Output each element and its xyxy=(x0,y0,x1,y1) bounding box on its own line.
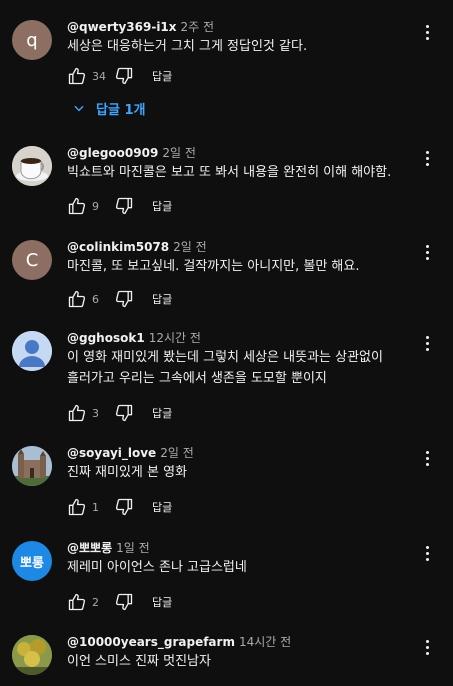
like-count: 6 xyxy=(92,292,99,306)
comment-line: 빅쇼트와 마진콜은 보고 또 봐서 내용을 완전히 이해 해야함. xyxy=(67,165,392,180)
like-button[interactable] xyxy=(63,62,91,90)
comment-text: 빅쇼트와 마진콜은 보고 또 봐서 내용을 완전히 이해 해야함. xyxy=(67,162,407,183)
thumbs-down-icon xyxy=(115,593,133,611)
comment-line: 흘러가고 우리는 그속에서 생존을 도모할 뿐이지 xyxy=(67,371,327,386)
comment-time[interactable]: 12시간 전 xyxy=(149,331,201,345)
avatar[interactable] xyxy=(12,146,52,186)
comment-header: @glegoo0909 2일 전 xyxy=(67,144,196,161)
comment-time[interactable]: 1일 전 xyxy=(116,541,150,555)
comment-text: 마진콜, 또 보고싶네. 걸작까지는 아니지만, 볼만 해요. xyxy=(67,256,407,277)
avatar[interactable]: 뽀롱 xyxy=(12,541,52,581)
more-actions-button[interactable] xyxy=(417,146,437,170)
comment-actions: 34 답글 xyxy=(63,62,172,90)
avatar[interactable] xyxy=(12,446,52,486)
dislike-button[interactable] xyxy=(110,493,138,521)
comment-text: 세상은 대응하는거 그치 그게 정답인것 같다. xyxy=(67,36,407,57)
like-count: 9 xyxy=(92,199,99,213)
comment-actions: 3 답글 xyxy=(63,399,172,427)
view-replies-button[interactable]: 답글 1개 xyxy=(72,98,145,118)
castle-photo-icon xyxy=(12,446,52,486)
thumbs-down-icon xyxy=(115,290,133,308)
comment-text: 이 영화 재미있게 봤는데 그렇치 세상은 내뜻과는 상관없이 흘러가고 우리는… xyxy=(67,347,407,389)
thumbs-up-icon xyxy=(68,290,86,308)
comment-author[interactable]: @10000years_grapefarm xyxy=(67,635,235,649)
thumbs-down-icon xyxy=(115,498,133,516)
thumbs-up-icon xyxy=(68,197,86,215)
like-button[interactable] xyxy=(63,399,91,427)
comment-header: @qwerty369-i1x 2주 전 xyxy=(67,18,214,35)
like-count: 3 xyxy=(92,406,99,420)
more-actions-button[interactable] xyxy=(417,331,437,355)
comment-line: 마진콜, 또 보고싶네. 걸작까지는 아니지만, 볼만 해요. xyxy=(67,259,360,274)
dislike-button[interactable] xyxy=(110,588,138,616)
comment-author[interactable]: @colinkim5078 xyxy=(67,240,169,254)
thumbs-down-icon xyxy=(115,197,133,215)
thumbs-up-icon xyxy=(68,498,86,516)
like-button[interactable] xyxy=(63,588,91,616)
reply-button[interactable]: 답글 xyxy=(152,198,172,214)
comment-header: @10000years_grapefarm 14시간 전 xyxy=(67,633,291,650)
thumbs-up-icon xyxy=(68,593,86,611)
comment-author[interactable]: @soyayi_love xyxy=(67,446,156,460)
comment-header: @colinkim5078 2일 전 xyxy=(67,238,207,255)
comment-header: @soyayi_love 2일 전 xyxy=(67,444,194,461)
thumbs-down-icon xyxy=(115,67,133,85)
comment-author[interactable]: @뽀뽀롱 xyxy=(67,541,112,555)
default-user-icon xyxy=(12,331,52,371)
comment-time[interactable]: 2일 전 xyxy=(162,146,196,160)
more-actions-button[interactable] xyxy=(417,240,437,264)
dislike-button[interactable] xyxy=(110,399,138,427)
thumbs-up-icon xyxy=(68,67,86,85)
comment-author[interactable]: @qwerty369-i1x xyxy=(67,20,177,34)
comment-text: 이언 스미스 진짜 멋진남자 xyxy=(67,651,407,672)
avatar[interactable]: q xyxy=(12,20,52,60)
comment-header: @gghosok1 12시간 전 xyxy=(67,329,201,346)
like-count: 1 xyxy=(92,500,99,514)
dislike-button[interactable] xyxy=(110,192,138,220)
avatar[interactable]: C xyxy=(12,240,52,280)
comment-text: 제레미 아이언스 존나 고급스럽네 xyxy=(67,557,407,578)
reply-button[interactable]: 답글 xyxy=(152,594,172,610)
avatar[interactable] xyxy=(12,635,52,675)
comment-actions: 6 답글 xyxy=(63,285,172,313)
comment-author[interactable]: @glegoo0909 xyxy=(67,146,158,160)
comment-time[interactable]: 2일 전 xyxy=(173,240,207,254)
comment-line: 제레미 아이언스 존나 고급스럽네 xyxy=(67,560,247,575)
comment-line: 진짜 재미있게 본 영화 xyxy=(67,465,188,480)
like-count: 2 xyxy=(92,595,99,609)
reply-button[interactable]: 답글 xyxy=(152,68,172,84)
thumbs-up-icon xyxy=(68,404,86,422)
comment-header: @뽀뽀롱 1일 전 xyxy=(67,539,150,556)
reply-button[interactable]: 답글 xyxy=(152,499,172,515)
replies-count-label: 답글 1개 xyxy=(96,102,146,118)
comment-line: 이 영화 재미있게 봤는데 그렇치 세상은 내뜻과는 상관없이 xyxy=(67,350,383,365)
comment-time[interactable]: 14시간 전 xyxy=(239,635,291,649)
comment-time[interactable]: 2일 전 xyxy=(160,446,194,460)
comment-time[interactable]: 2주 전 xyxy=(181,20,215,34)
like-button[interactable] xyxy=(63,493,91,521)
reply-button[interactable]: 답글 xyxy=(152,291,172,307)
comment-text: 진짜 재미있게 본 영화 xyxy=(67,462,407,483)
more-actions-button[interactable] xyxy=(417,635,437,659)
chevron-down-icon xyxy=(74,105,84,112)
comment-line: 세상은 대응하는거 그치 그게 정답인것 같다. xyxy=(67,39,308,54)
avatar[interactable] xyxy=(12,331,52,371)
comment-actions: 2 답글 xyxy=(63,588,172,616)
comment-author[interactable]: @gghosok1 xyxy=(67,331,145,345)
more-actions-button[interactable] xyxy=(417,541,437,565)
dislike-button[interactable] xyxy=(110,285,138,313)
like-button[interactable] xyxy=(63,285,91,313)
comment-actions: 9 답글 xyxy=(63,192,172,220)
more-actions-button[interactable] xyxy=(417,446,437,470)
dislike-button[interactable] xyxy=(110,62,138,90)
grape-farm-photo-icon xyxy=(12,635,52,675)
comment-line: 이언 스미스 진짜 멋진남자 xyxy=(67,654,211,669)
like-count: 34 xyxy=(92,69,106,83)
comment-actions: 1 답글 xyxy=(63,493,172,521)
reply-button[interactable]: 답글 xyxy=(152,405,172,421)
thumbs-down-icon xyxy=(115,404,133,422)
coffee-cup-icon xyxy=(12,146,52,186)
more-actions-button[interactable] xyxy=(417,20,437,44)
like-button[interactable] xyxy=(63,192,91,220)
